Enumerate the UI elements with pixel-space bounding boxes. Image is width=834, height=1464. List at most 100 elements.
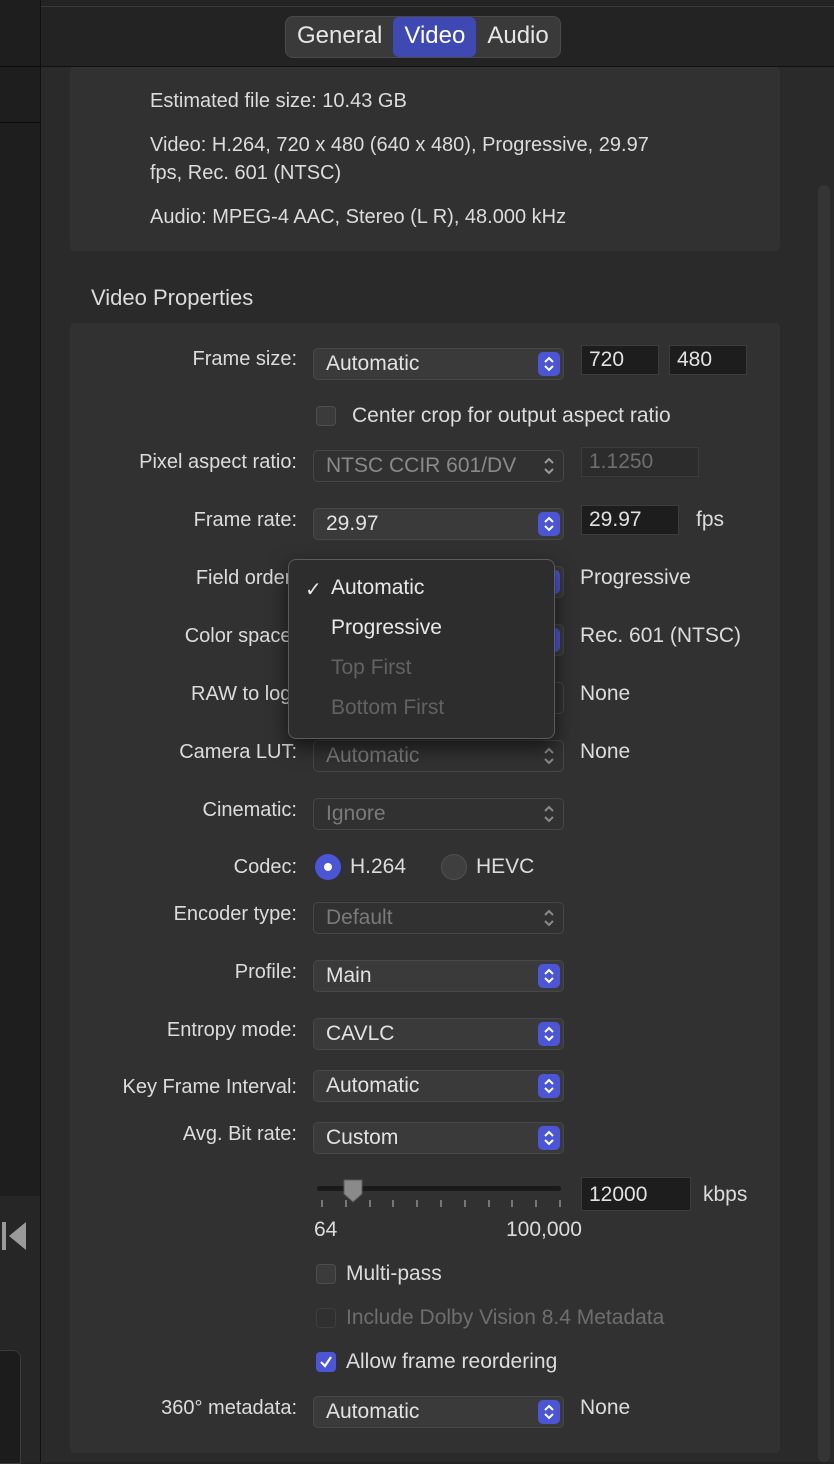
popup-value: 29.97: [326, 512, 379, 535]
fps-unit: fps: [696, 508, 725, 531]
codec-h264-label: H.264: [350, 855, 407, 878]
entropy-label: Entropy mode:: [166, 1019, 297, 1041]
slider-tick: [511, 1200, 514, 1207]
field-value: 720: [589, 348, 625, 371]
entropy-popup[interactable]: CAVLC: [313, 1018, 564, 1050]
popup-value: Automatic: [326, 1074, 420, 1097]
checkmark-icon: [320, 1356, 332, 1368]
section-title: Video Properties: [91, 285, 254, 310]
camera-lut-popup: Automatic: [313, 740, 564, 772]
metadata360-popup[interactable]: Automatic: [313, 1396, 564, 1428]
popup-value: Ignore: [326, 802, 386, 825]
popup-value: Default: [326, 906, 393, 929]
frame-rate-field[interactable]: 29.97: [581, 505, 679, 535]
color-space-label: Color space:: [184, 625, 297, 647]
slider-max-label: 100,000: [506, 1218, 582, 1241]
slider-tick: [416, 1200, 419, 1207]
popup-value: Automatic: [326, 1400, 420, 1423]
tab-audio[interactable]: Audio: [476, 17, 559, 57]
frame-size-popup[interactable]: Automatic: [313, 348, 564, 380]
viewer-well: [0, 1350, 21, 1464]
slider-thumb[interactable]: [342, 1178, 364, 1204]
video-summary-line1: Video: H.264, 720 x 480 (640 x 480), Pro…: [150, 134, 649, 156]
center-crop-checkbox[interactable]: [316, 406, 336, 426]
field-order-menu: ✓ Automatic Progressive Top First Bottom…: [288, 559, 555, 739]
audio-summary: Audio: MPEG-4 AAC, Stereo (L R), 48.000 …: [150, 206, 567, 228]
tab-video[interactable]: Video: [393, 17, 477, 57]
dolby-label: Include Dolby Vision 8.4 Metadata: [346, 1306, 665, 1329]
multipass-label: Multi-pass: [346, 1262, 442, 1285]
slider-tick: [463, 1200, 466, 1207]
cinematic-label: Cinematic:: [202, 799, 297, 821]
codec-hevc-label: HEVC: [476, 855, 535, 878]
pixel-aspect-label: Pixel aspect ratio:: [139, 451, 297, 473]
camera-lut-result: None: [580, 740, 631, 763]
reorder-checkbox[interactable]: [316, 1352, 336, 1372]
bitrate-label: Avg. Bit rate:: [182, 1123, 297, 1145]
encoder-type-label: Encoder type:: [173, 903, 297, 925]
camera-lut-label: Camera LUT:: [179, 741, 297, 763]
codec-h264-radio[interactable]: [315, 854, 341, 880]
bitrate-popup[interactable]: Custom: [313, 1122, 564, 1154]
slider-tick: [559, 1200, 561, 1207]
center-crop-label: Center crop for output aspect ratio: [352, 404, 671, 427]
slider-tick: [392, 1200, 395, 1207]
frame-height-field[interactable]: 480: [669, 345, 747, 375]
checkmark-icon: ✓: [305, 579, 322, 601]
codec-label: Codec:: [233, 856, 297, 878]
stepper-icon: [538, 352, 560, 376]
skip-to-start-icon[interactable]: [2, 1220, 28, 1252]
metadata360-label: 360° metadata:: [161, 1397, 297, 1419]
chevron-updown-icon: [544, 747, 554, 765]
pixel-aspect-popup: NTSC CCIR 601/DV: [313, 450, 564, 482]
estimated-file-size: Estimated file size: 10.43 GB: [150, 90, 407, 112]
frame-rate-popup[interactable]: 29.97: [313, 508, 564, 540]
codec-hevc-radio[interactable]: [441, 854, 467, 880]
frame-width-field[interactable]: 720: [581, 345, 659, 375]
slider-tick: [368, 1200, 371, 1207]
scrollbar[interactable]: [818, 185, 830, 1462]
popup-value: Main: [326, 964, 372, 987]
divider: [0, 66, 40, 67]
video-summary-line2: fps, Rec. 601 (NTSC): [150, 162, 342, 184]
stepper-icon: [538, 1400, 560, 1424]
encoder-type-popup: Default: [313, 902, 564, 934]
divider: [41, 6, 834, 7]
chevron-updown-icon: [544, 805, 554, 823]
cinematic-popup: Ignore: [313, 798, 564, 830]
divider: [0, 122, 40, 123]
stepper-icon: [538, 964, 560, 988]
stepper-icon: [538, 1022, 560, 1046]
slider-min-label: 64: [314, 1218, 338, 1241]
tab-general[interactable]: General: [286, 17, 393, 57]
field-order-result: Progressive: [580, 566, 691, 589]
menu-item-progressive[interactable]: Progressive: [331, 616, 442, 640]
profile-label: Profile:: [234, 961, 297, 983]
field-order-label: Field order:: [195, 567, 297, 589]
bitrate-field[interactable]: 12000: [581, 1177, 691, 1211]
dolby-checkbox: [316, 1308, 336, 1328]
metadata360-result: None: [580, 1396, 631, 1419]
menu-item-bottom-first: Bottom First: [331, 696, 445, 719]
chevron-updown-icon: [544, 909, 554, 927]
chevron-updown-icon: [544, 457, 554, 475]
tab-bar: General Video Audio: [285, 16, 561, 58]
menu-item-top-first: Top First: [331, 656, 412, 679]
slider-tick: [321, 1200, 323, 1207]
profile-popup[interactable]: Main: [313, 960, 564, 992]
pixel-aspect-field: 1.1250: [581, 447, 699, 477]
reorder-label: Allow frame reordering: [346, 1350, 558, 1373]
color-space-result: Rec. 601 (NTSC): [580, 624, 742, 647]
popup-value: Automatic: [326, 744, 420, 767]
frame-size-label: Frame size:: [192, 348, 297, 370]
slider-tick: [535, 1200, 538, 1207]
field-value: 480: [677, 348, 713, 371]
keyframe-popup[interactable]: Automatic: [313, 1070, 564, 1102]
kbps-unit: kbps: [703, 1183, 748, 1206]
keyframe-label: Key Frame Interval:: [122, 1076, 297, 1098]
multipass-checkbox[interactable]: [316, 1264, 336, 1284]
field-value: 12000: [589, 1183, 648, 1206]
popup-value: Automatic: [326, 352, 420, 375]
popup-value: NTSC CCIR 601/DV: [326, 454, 517, 477]
menu-item-automatic[interactable]: Automatic: [331, 576, 424, 600]
